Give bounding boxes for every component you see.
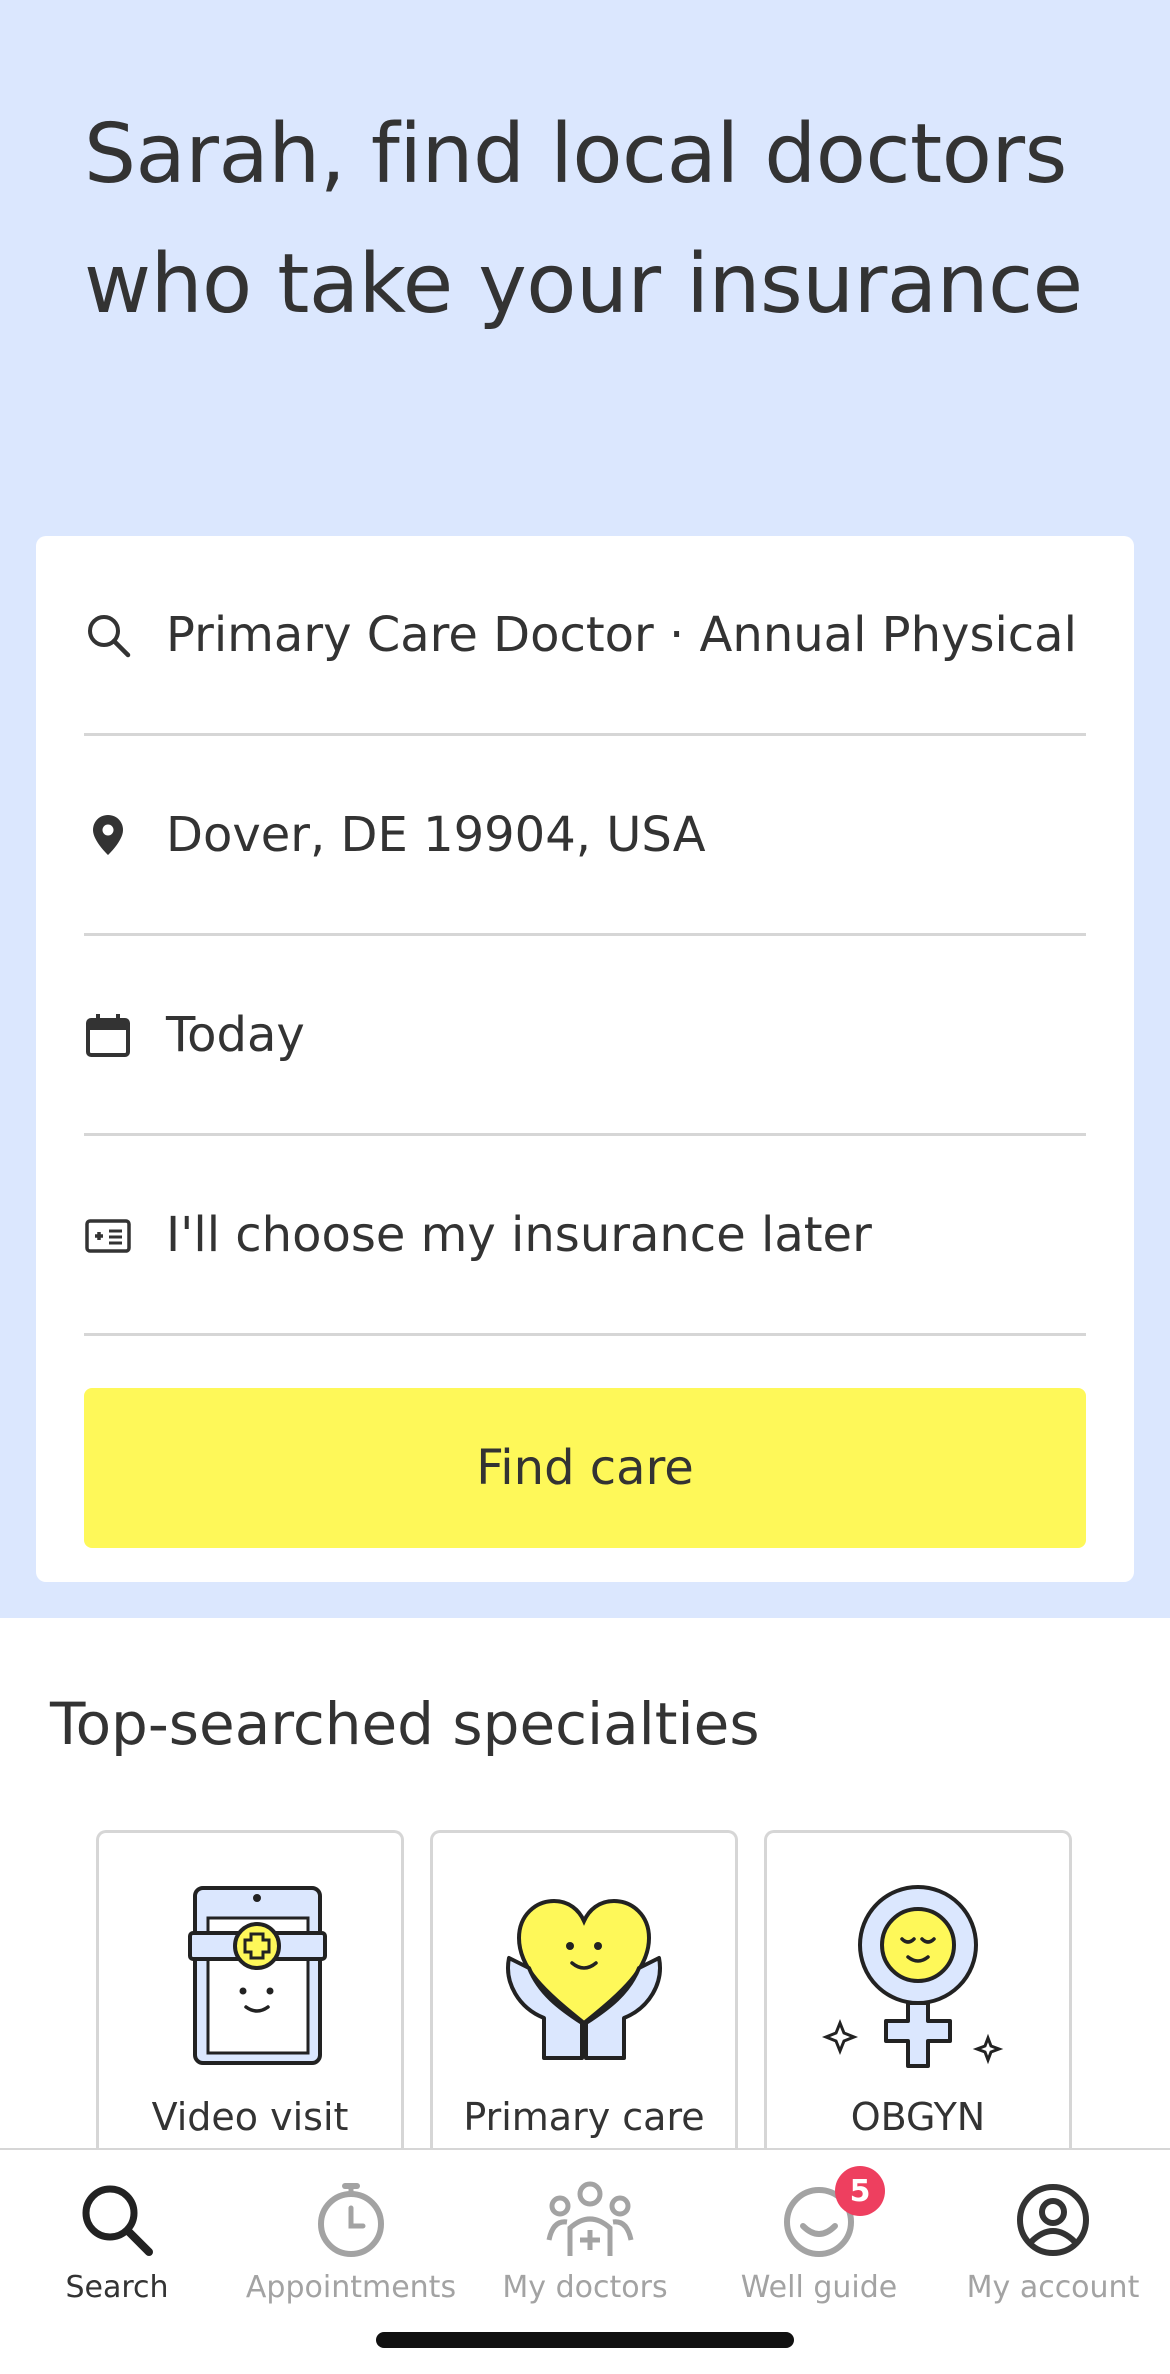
search-card: Primary Care Doctor · Annual Physical Do…	[36, 536, 1134, 1582]
date-field[interactable]: Today	[84, 936, 1086, 1136]
search-icon	[77, 2180, 157, 2260]
heart-hands-icon	[506, 1898, 662, 2060]
specialty-card-primary-care[interactable]: Primary care	[430, 1830, 738, 2150]
insurance-field[interactable]: I'll choose my insurance later	[84, 1136, 1086, 1336]
tab-appointments[interactable]: Appointments	[234, 2180, 468, 2330]
home-indicator[interactable]	[376, 2332, 794, 2348]
female-symbol-icon	[821, 1885, 1004, 2068]
specialty-label: Video visit	[151, 2095, 349, 2139]
video-visit-icon	[188, 1886, 327, 2065]
tab-label: My account	[966, 2270, 1140, 2305]
location-pin-icon	[84, 811, 132, 859]
specialty-card-video-visit[interactable]: Video visit	[96, 1830, 404, 2150]
tab-label: Search	[65, 2270, 169, 2305]
calendar-icon	[84, 1011, 132, 1059]
notification-badge: 5	[835, 2166, 885, 2216]
account-icon	[1013, 2180, 1093, 2260]
find-care-button[interactable]: Find care	[84, 1388, 1086, 1548]
tab-label: Appointments	[245, 2270, 457, 2305]
tab-my-account[interactable]: My account	[936, 2180, 1170, 2330]
date-value: Today	[166, 1006, 305, 1063]
specialty-label: OBGYN	[850, 2095, 986, 2139]
tab-search[interactable]: Search	[0, 2180, 234, 2330]
specialty-card-obgyn[interactable]: OBGYN	[764, 1830, 1072, 2150]
tab-label: My doctors	[502, 2270, 668, 2305]
tab-well-guide[interactable]: 5 Well guide	[702, 2166, 936, 2330]
location-field[interactable]: Dover, DE 19904, USA	[84, 736, 1086, 936]
tab-my-doctors[interactable]: My doctors	[468, 2180, 702, 2330]
insurance-card-icon	[84, 1211, 132, 1259]
insurance-value: I'll choose my insurance later	[166, 1206, 872, 1263]
stopwatch-icon	[311, 2180, 391, 2260]
search-icon	[84, 611, 132, 659]
specialty-label: Primary care	[463, 2095, 705, 2139]
specialty-value: Primary Care Doctor · Annual Physical	[166, 606, 1077, 663]
hero-section: Sarah, find local doctors who take your …	[0, 0, 1170, 1618]
people-icon	[545, 2180, 634, 2260]
specialties-title: Top-searched specialties	[50, 1690, 760, 1758]
smile-icon: 5	[779, 2166, 885, 2260]
tab-label: Well guide	[740, 2270, 898, 2305]
page-headline: Sarah, find local doctors who take your …	[84, 107, 1083, 332]
location-value: Dover, DE 19904, USA	[166, 806, 706, 863]
specialty-field[interactable]: Primary Care Doctor · Annual Physical	[84, 536, 1086, 736]
